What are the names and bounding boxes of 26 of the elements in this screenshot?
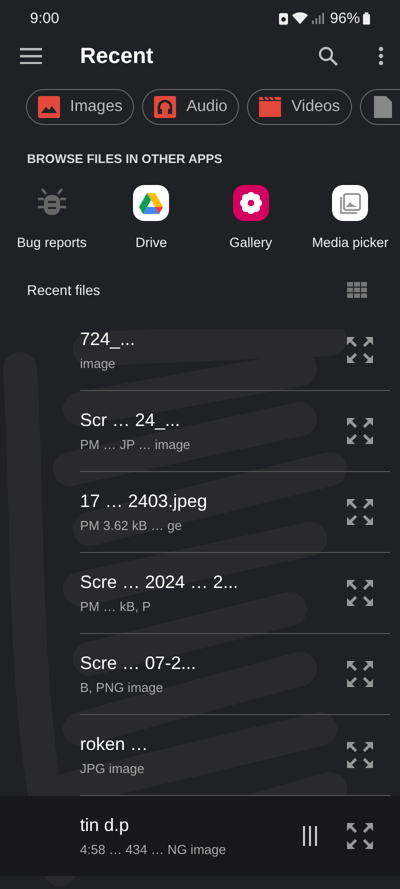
filter-chip[interactable]: Audio (142, 89, 240, 125)
clock-time: 9:00 (30, 10, 60, 26)
section-heading: Recent files (27, 282, 100, 298)
file-name[interactable]: roken … (80, 734, 347, 755)
file-name[interactable]: Scre … 2024 … 2... (80, 572, 347, 593)
screen-title: Recent (80, 43, 154, 69)
file-details: image (80, 356, 116, 371)
app-shortcut[interactable]: Bug reports (2, 185, 102, 250)
file-details: PM … JP … image (80, 437, 192, 452)
app-shortcut[interactable]: Media picker (300, 185, 400, 250)
file-name[interactable]: 17 … 2403.jpeg (80, 491, 347, 512)
filter-chip[interactable]: Videos (247, 89, 352, 125)
file-details: 4:58 … 434 … NG image (80, 842, 227, 857)
file-name[interactable]: Scre … 07-2... (80, 653, 347, 674)
battery-percentage: 96% (330, 10, 360, 26)
app-shortcut[interactable]: Drive (102, 185, 201, 250)
file-name[interactable]: tin d.p (80, 815, 303, 836)
app-shortcut[interactable]: Gallery (201, 185, 300, 250)
file-details: JPG image (80, 761, 146, 776)
file-details: PM … kB, P (80, 599, 152, 614)
file-details: PM 3.62 kB … ge (80, 518, 183, 533)
file-name[interactable]: Scr … 24_... (80, 410, 347, 431)
file-name[interactable]: 724_... (80, 329, 347, 350)
file-details: B, PNG image (80, 680, 164, 695)
section-heading: BROWSE FILES IN OTHER APPS (26, 151, 224, 166)
filter-chip[interactable]: Images (26, 89, 134, 125)
